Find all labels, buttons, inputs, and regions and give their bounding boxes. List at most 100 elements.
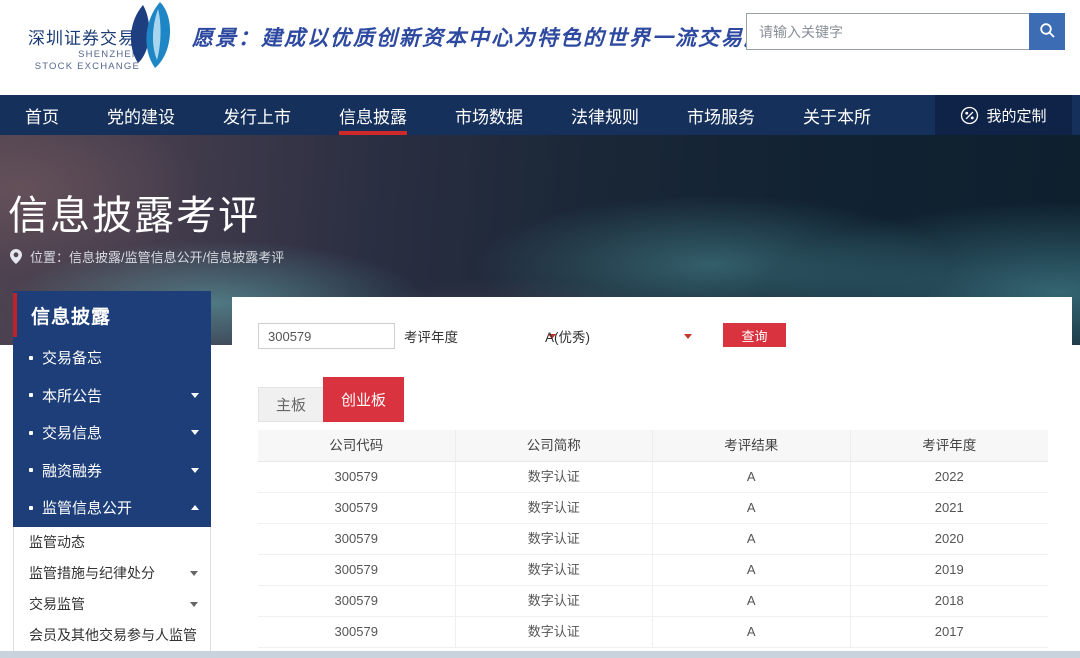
sidebar-item-exchange-notices[interactable]: 本所公告	[13, 377, 211, 415]
table-row[interactable]: 300579 数字认证 A 2020	[258, 524, 1048, 555]
nav-party-building[interactable]: 党的建设	[107, 95, 175, 135]
sidebar-item-label: 交易备忘	[42, 347, 199, 368]
chevron-down-icon	[190, 602, 198, 607]
cell-year: 2021	[851, 493, 1049, 523]
sidebar-item-label: 交易信息	[42, 422, 191, 443]
cell-name: 数字认证	[456, 524, 654, 554]
site-header: 深圳证券交易所 SHENZHEN STOCK EXCHANGE 愿景：建成以优质…	[0, 0, 1080, 95]
cell-code: 300579	[258, 524, 456, 554]
nav-market-data[interactable]: 市场数据	[455, 95, 523, 135]
nav-market-services[interactable]: 市场服务	[687, 95, 755, 135]
cell-name: 数字认证	[456, 493, 654, 523]
table-row[interactable]: 300579 数字认证 A 2017	[258, 617, 1048, 648]
sidebar-item-label: 监管信息公开	[42, 497, 191, 518]
col-company-code: 公司代码	[258, 430, 456, 461]
sidebar-item-regulatory-disclosure[interactable]: 监管信息公开	[13, 489, 211, 527]
location-pin-icon	[10, 249, 22, 264]
sidebar-item-label: 本所公告	[42, 385, 191, 406]
cell-code: 300579	[258, 462, 456, 492]
cell-name: 数字认证	[456, 617, 654, 647]
cell-code: 300579	[258, 586, 456, 616]
cell-code: 300579	[258, 493, 456, 523]
sidebar-nav: 交易备忘 本所公告 交易信息 融资融券 监管信息公开	[13, 339, 211, 527]
sidebar-title-label: 信息披露	[31, 302, 111, 329]
board-tabs: 主板 创业板	[258, 377, 404, 422]
bullet-icon	[29, 431, 33, 435]
nav-home[interactable]: 首页	[25, 95, 59, 135]
bullet-icon	[29, 393, 33, 397]
sidebar-subitem-regulatory-news[interactable]: 监管动态	[14, 527, 210, 558]
chevron-down-icon	[684, 334, 692, 339]
sidebar-subitem-label: 交易监管	[29, 594, 190, 614]
footer-strip	[0, 651, 1080, 658]
breadcrumb-text: 位置：信息披露/监管信息公开/信息披露考评	[30, 247, 284, 266]
szse-shield-logo-icon	[122, 2, 178, 73]
evaluation-result-value: A(优秀)	[545, 326, 590, 346]
vision-slogan: 愿景：建成以优质创新资本中心为特色的世界一流交易所	[192, 22, 767, 52]
cell-result: A	[653, 493, 851, 523]
breadcrumb: 位置：信息披露/监管信息公开/信息披露考评	[10, 247, 284, 266]
cell-year: 2018	[851, 586, 1049, 616]
chevron-down-icon	[191, 468, 199, 473]
cell-code: 300579	[258, 617, 456, 647]
tab-chinext[interactable]: 创业板	[323, 377, 404, 422]
main-nav-items: 首页 党的建设 发行上市 信息披露 市场数据 法律规则 市场服务 关于本所	[0, 95, 871, 135]
chevron-down-icon	[191, 430, 199, 435]
sidebar-title: 信息披露	[13, 291, 211, 339]
cell-result: A	[653, 617, 851, 647]
chevron-down-icon	[191, 393, 199, 398]
sidebar-subitem-trading-supervision[interactable]: 交易监管	[14, 589, 210, 620]
cell-name: 数字认证	[456, 586, 654, 616]
sidebar: 信息披露 交易备忘 本所公告 交易信息 融资融券	[13, 291, 211, 652]
nav-about[interactable]: 关于本所	[803, 95, 871, 135]
bullet-icon	[29, 356, 33, 360]
nav-rules[interactable]: 法律规则	[571, 95, 639, 135]
nav-listing[interactable]: 发行上市	[223, 95, 291, 135]
company-code-input[interactable]	[258, 323, 395, 349]
cell-result: A	[653, 462, 851, 492]
cell-year: 2017	[851, 617, 1049, 647]
table-row[interactable]: 300579 数字认证 A 2021	[258, 493, 1048, 524]
chevron-down-icon	[190, 571, 198, 576]
sidebar-subitem-label: 监管措施与纪律处分	[29, 563, 190, 583]
cell-year: 2019	[851, 555, 1049, 585]
page: 深圳证券交易所 SHENZHEN STOCK EXCHANGE 愿景：建成以优质…	[0, 0, 1080, 658]
sidebar-item-label: 融资融券	[42, 460, 191, 481]
col-company-name: 公司简称	[456, 430, 654, 461]
nav-disclosure[interactable]: 信息披露	[339, 95, 407, 135]
table-row[interactable]: 300579 数字认证 A 2019	[258, 555, 1048, 586]
table-header-row: 公司代码 公司简称 考评结果 考评年度	[258, 430, 1048, 462]
bullet-icon	[29, 506, 33, 510]
sidebar-item-trading-info[interactable]: 交易信息	[13, 414, 211, 452]
content-panel: 考评年度 A(优秀) 查询 主板 创业板 公司代码 公司简称 考评结果 考评年度…	[232, 297, 1072, 651]
sidebar-subitem-measures-discipline[interactable]: 监管措施与纪律处分	[14, 558, 210, 589]
chevron-up-icon	[191, 505, 199, 510]
nav-my-customization[interactable]: 我的定制	[935, 95, 1072, 135]
evaluation-year-value: 考评年度	[404, 326, 458, 346]
col-result: 考评结果	[653, 430, 851, 461]
site-search-button[interactable]	[1029, 13, 1065, 50]
sidebar-subitem-member-supervision[interactable]: 会员及其他交易参与人监管	[14, 620, 210, 651]
bullet-icon	[29, 468, 33, 472]
main-nav: 首页 党的建设 发行上市 信息披露 市场数据 法律规则 市场服务 关于本所 我的…	[0, 95, 1080, 135]
sidebar-item-margin-trading[interactable]: 融资融券	[13, 452, 211, 490]
evaluation-table: 公司代码 公司简称 考评结果 考评年度 300579 数字认证 A 2022 3…	[258, 430, 1048, 648]
query-button[interactable]: 查询	[723, 323, 786, 347]
cell-result: A	[653, 524, 851, 554]
search-icon	[1039, 22, 1056, 42]
customize-icon	[960, 106, 979, 125]
sidebar-item-trading-memo[interactable]: 交易备忘	[13, 339, 211, 377]
page-title: 信息披露考评	[8, 183, 260, 241]
table-row[interactable]: 300579 数字认证 A 2018	[258, 586, 1048, 617]
sidebar-subitem-label: 监管动态	[29, 532, 198, 552]
site-search-input[interactable]	[746, 13, 1029, 50]
evaluation-year-select[interactable]: 考评年度	[404, 323, 556, 349]
evaluation-result-select[interactable]: A(优秀)	[545, 323, 692, 349]
cell-code: 300579	[258, 555, 456, 585]
cell-year: 2022	[851, 462, 1049, 492]
cell-result: A	[653, 586, 851, 616]
tab-main-board[interactable]: 主板	[258, 387, 323, 422]
col-year: 考评年度	[851, 430, 1049, 461]
table-row[interactable]: 300579 数字认证 A 2022	[258, 462, 1048, 493]
site-search	[746, 13, 1065, 50]
